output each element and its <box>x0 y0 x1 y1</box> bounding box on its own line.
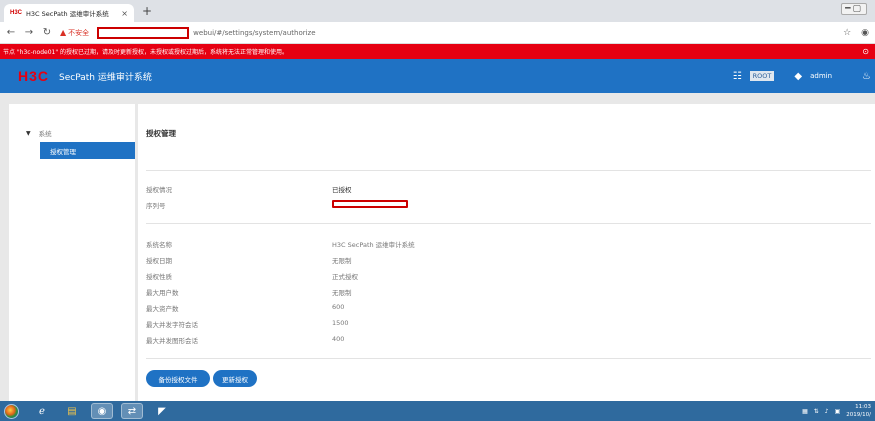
backup-license-button[interactable]: 备份授权文件 <box>146 370 210 387</box>
forward-icon[interactable]: → <box>24 27 34 38</box>
header-user-area: ☷ ROOT ◆ admin ♨ <box>733 71 871 82</box>
app-title: SecPath 运维审计系统 <box>59 72 152 83</box>
page-title: 授权管理 <box>146 129 176 138</box>
address-bar-actions: ☆ ◉ <box>843 28 869 38</box>
remote-desktop-icon[interactable]: ⇄ <box>121 403 143 419</box>
profile-icon[interactable]: ◉ <box>861 28 869 38</box>
control-panel-icon[interactable]: ◤ <box>151 403 173 419</box>
role-badge[interactable]: ROOT <box>749 71 775 81</box>
main-panel: 授权管理 授权情况 已授权 序列号 系统名称 H3C SecPath 运维审计系… <box>138 104 875 401</box>
detail-value: 400 <box>332 335 345 343</box>
network-icon[interactable]: ⇅ <box>814 408 819 415</box>
warning-icon: ▲ <box>60 28 67 37</box>
caret-down-icon: ▼ <box>26 129 31 137</box>
detail-value: 正式授权 <box>332 273 358 281</box>
redacted-host <box>97 26 190 39</box>
sidebar-item-label: 授权管理 <box>50 147 76 156</box>
security-label: 不安全 <box>68 28 90 37</box>
clock[interactable]: 11:03 2019/10/ <box>846 403 871 419</box>
divider <box>146 223 871 224</box>
security-indicator[interactable]: ▲ 不安全 <box>60 28 89 38</box>
sidebar-group-system[interactable]: ▼ 系统 <box>26 128 52 139</box>
keyboard-icon[interactable]: ▦ <box>802 408 808 415</box>
detail-value: 无限制 <box>332 257 352 265</box>
back-icon[interactable]: ← <box>6 27 16 38</box>
org-tree-icon[interactable]: ☷ <box>733 71 742 82</box>
redacted-serial-number <box>332 200 408 208</box>
sidebar: ▼ 系统 授权管理 <box>9 104 135 401</box>
clock-time: 11:03 <box>855 404 871 410</box>
reload-icon[interactable]: ↻ <box>42 27 52 38</box>
volume-icon[interactable]: ♪ <box>825 408 829 415</box>
sidebar-group-label: 系统 <box>38 130 52 138</box>
detail-value: H3C SecPath 运维审计系统 <box>332 241 415 249</box>
start-button[interactable] <box>4 403 19 419</box>
detail-label: 授权性质 <box>146 273 172 281</box>
display-icon[interactable]: ▣ <box>835 408 841 415</box>
detail-label: 最大并发图形会话 <box>146 337 198 345</box>
h3c-favicon-icon: H3C <box>10 10 23 16</box>
url-text[interactable]: webui/#/settings/system/authorize <box>193 29 315 37</box>
notification-bell-icon[interactable]: ♨ <box>862 71 871 82</box>
clock-date: 2019/10/ <box>846 412 871 418</box>
ie-browser-icon[interactable]: ℯ <box>31 403 53 419</box>
chrome-icon[interactable]: ◉ <box>91 403 113 419</box>
divider <box>146 170 871 171</box>
detail-label: 最大并发字符会话 <box>146 321 198 329</box>
file-explorer-icon[interactable]: ▤ <box>61 403 83 419</box>
h3c-logo: H3C <box>18 68 50 84</box>
app-header: H3C SecPath 运维审计系统 ☷ ROOT ◆ admin ♨ <box>0 59 875 93</box>
username[interactable]: admin <box>810 72 832 80</box>
browser-tab[interactable]: H3C H3C SecPath 运维审计系统 × <box>4 4 134 22</box>
banner-text: 节点 "h3c-node01" 的授权已过期，请及时更新授权，未授权或授权过期后… <box>3 49 289 56</box>
detail-value: 600 <box>332 303 345 311</box>
browser-tab-strip: H3C H3C SecPath 运维审计系统 × + ━▢ <box>0 0 875 22</box>
system-tray: ▦ ⇅ ♪ ▣ 11:03 2019/10/ <box>802 403 871 419</box>
detail-label: 最大用户数 <box>146 289 179 297</box>
detail-label: 系统名称 <box>146 241 172 249</box>
license-status-label: 授权情况 <box>146 186 172 194</box>
windows-taskbar: ℯ ▤ ◉ ⇄ ◤ ▦ ⇅ ♪ ▣ 11:03 2019/10/ <box>0 401 875 421</box>
bookmark-star-icon[interactable]: ☆ <box>843 28 851 38</box>
new-tab-button[interactable]: + <box>142 4 152 18</box>
detail-value: 1500 <box>332 319 349 327</box>
sidebar-item-license-management[interactable]: 授权管理 <box>40 142 135 159</box>
update-license-button[interactable]: 更新授权 <box>213 370 257 387</box>
tab-title: H3C SecPath 运维审计系统 <box>26 10 109 18</box>
shield-icon: ◆ <box>794 70 803 82</box>
divider <box>146 358 871 359</box>
tab-close-icon[interactable]: × <box>121 9 128 18</box>
detail-value: 无限制 <box>332 289 352 297</box>
license-expired-banner: 节点 "h3c-node01" 的授权已过期，请及时更新授权，未授权或授权过期后… <box>0 44 875 59</box>
address-bar-row: ← → ↻ ▲ 不安全 webui/#/settings/system/auth… <box>0 22 875 44</box>
license-status-value: 已授权 <box>332 186 352 194</box>
window-controls[interactable]: ━▢ <box>841 3 867 15</box>
banner-close-icon[interactable]: ⊙ <box>862 47 869 56</box>
serial-number-label: 序列号 <box>146 202 166 210</box>
detail-label: 最大资产数 <box>146 305 179 313</box>
detail-label: 授权日期 <box>146 257 172 265</box>
